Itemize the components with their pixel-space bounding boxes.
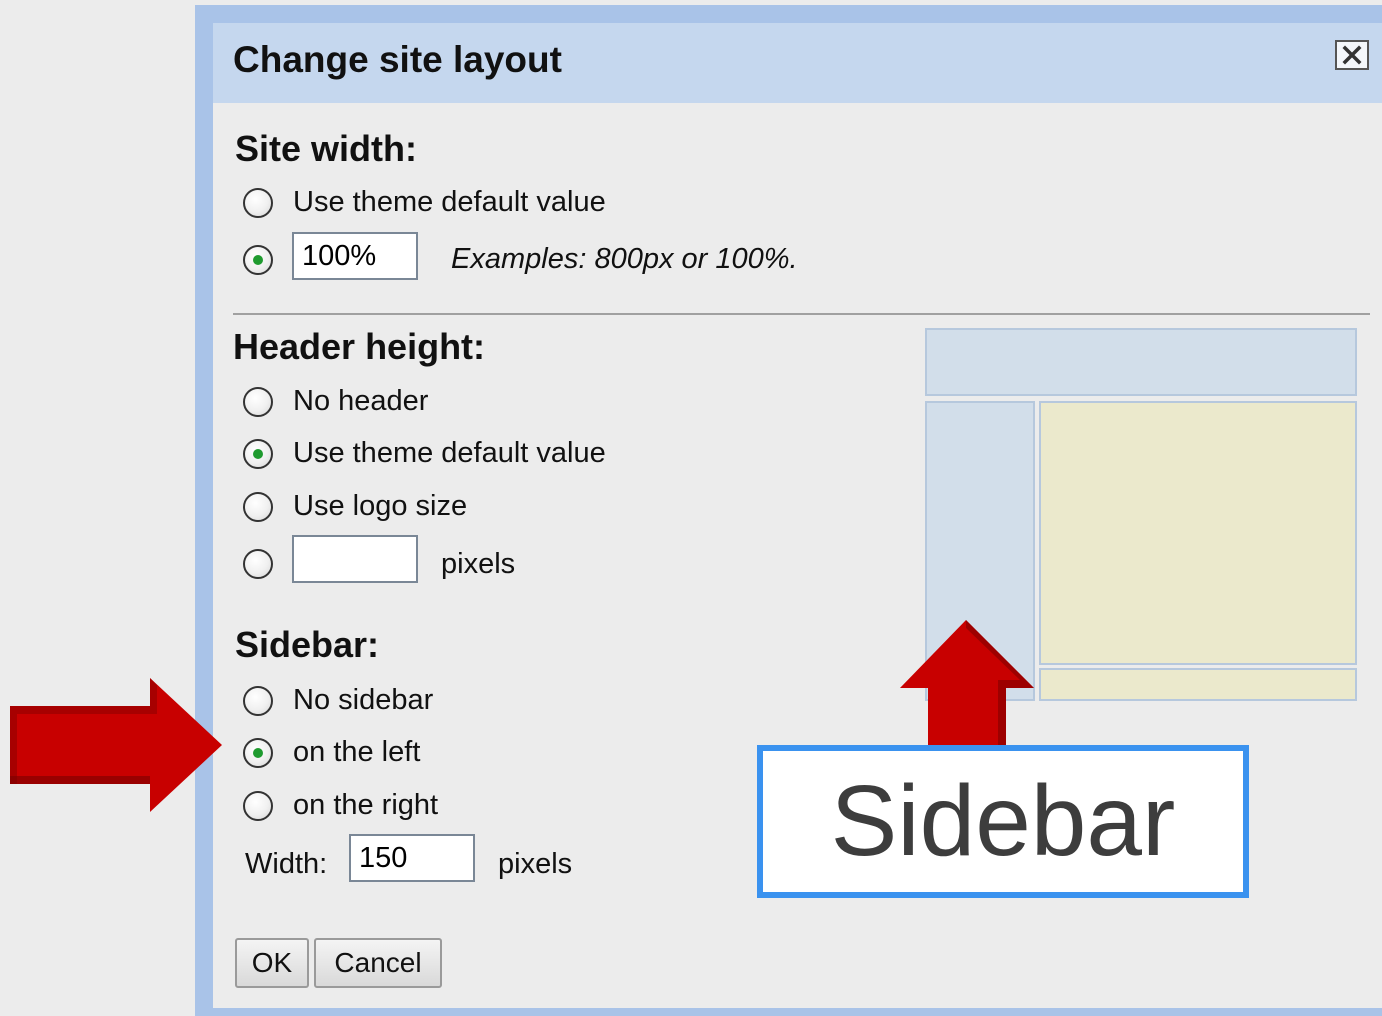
sidebar-callout: Sidebar bbox=[757, 745, 1249, 898]
right-arrow-icon bbox=[10, 678, 222, 812]
sidebar-callout-text: Sidebar bbox=[830, 765, 1176, 877]
up-arrow-icon bbox=[900, 620, 1034, 745]
